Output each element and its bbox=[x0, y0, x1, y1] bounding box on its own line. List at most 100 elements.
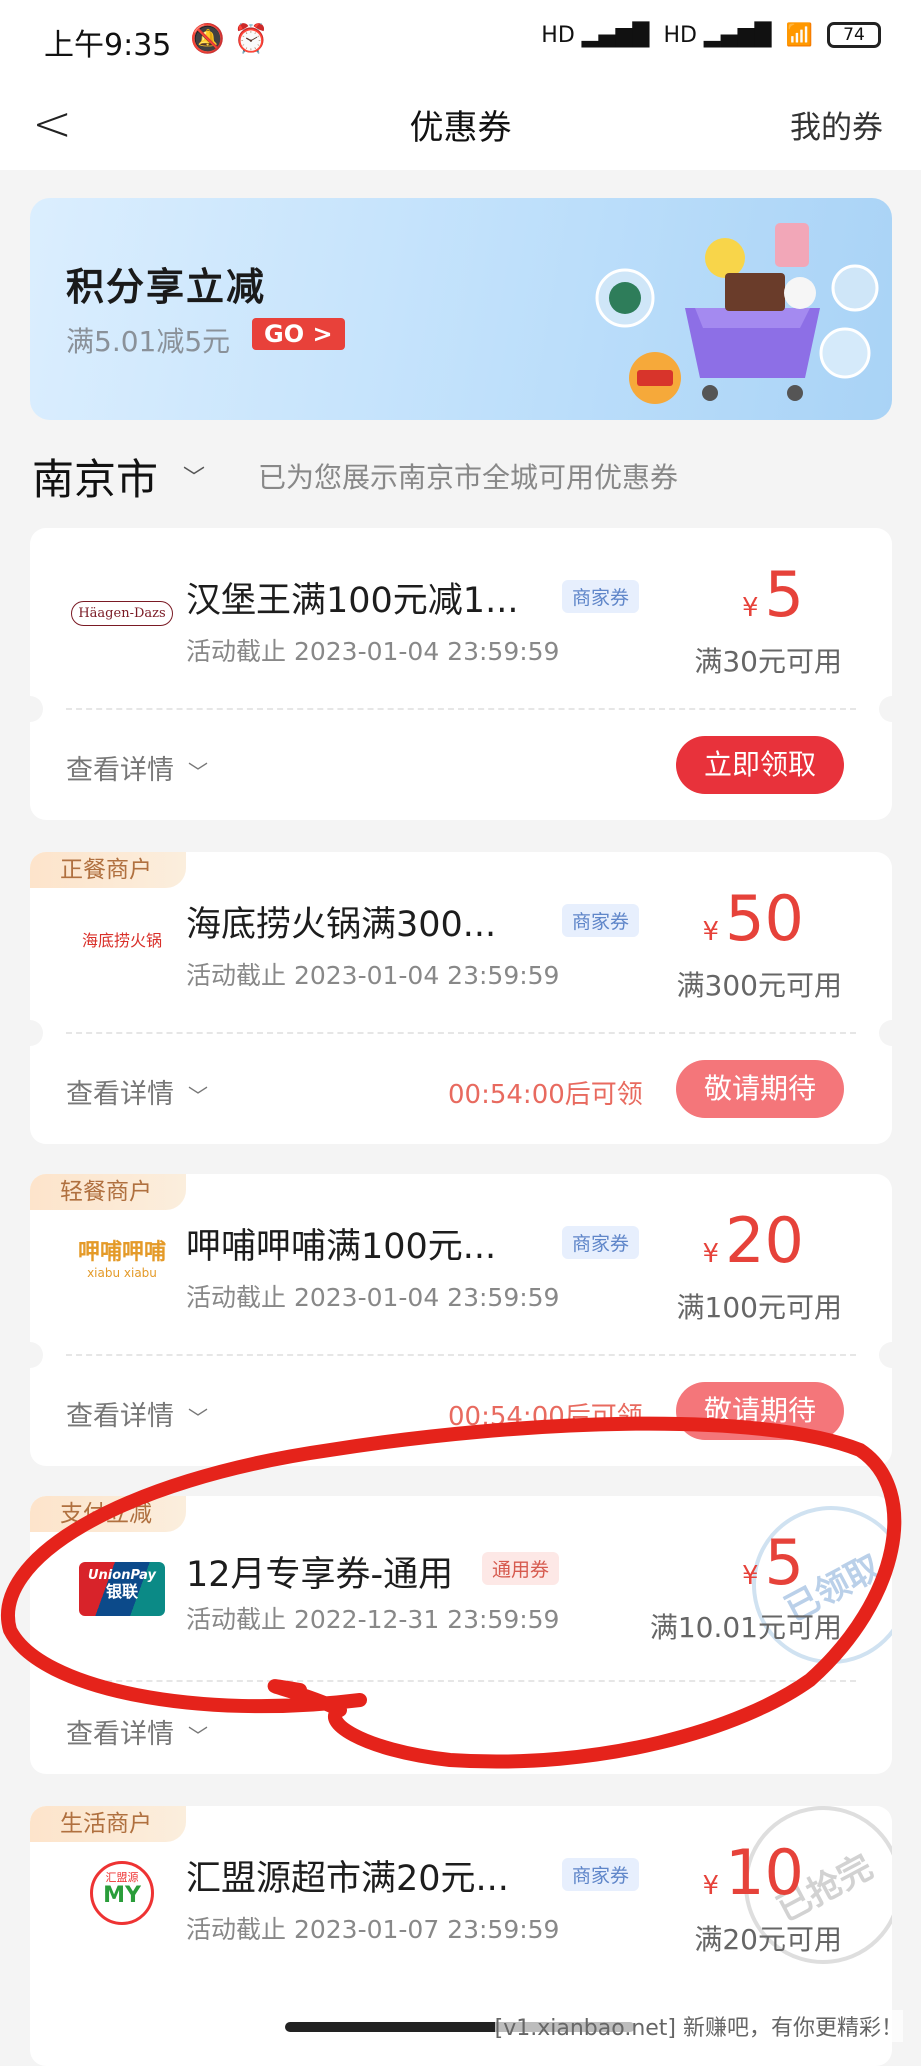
my-coupons-link[interactable]: 我的券 bbox=[790, 102, 883, 147]
view-details-link[interactable]: 查看详情 ﹀ bbox=[66, 1394, 208, 1433]
divider bbox=[66, 708, 856, 710]
nav-bar: < 优惠券 我的券 bbox=[0, 80, 921, 170]
coupon-type-badge: 通用券 bbox=[482, 1552, 560, 1585]
currency-symbol: ¥ bbox=[742, 1561, 759, 1591]
haidilao-logo: 海底捞火锅 bbox=[66, 904, 178, 974]
status-right: HD ▂▄▆█ HD ▂▄▆█ 📶 74 bbox=[541, 22, 881, 48]
coupon-condition: 满100元可用 bbox=[676, 1291, 842, 1324]
status-bar: 上午9:35 🔕 ⏰ HD ▂▄▆█ HD ▂▄▆█ 📶 74 bbox=[0, 0, 921, 80]
city-selector[interactable]: 南京市 bbox=[32, 446, 158, 507]
chevron-down-icon: ﹀ bbox=[188, 1406, 208, 1430]
coupon-deadline: 活动截止 2023-01-04 23:59:59 bbox=[186, 961, 560, 990]
haagen-dazs-logo: Häagen-Dazs bbox=[66, 578, 178, 648]
currency-symbol: ¥ bbox=[742, 593, 759, 623]
coming-soon-button[interactable]: 敬请期待 bbox=[676, 1382, 844, 1440]
divider bbox=[66, 1354, 856, 1356]
mute-alarm-icons: 🔕 ⏰ bbox=[190, 22, 269, 55]
xiabu-logo-text: 呷哺呷哺 bbox=[77, 1240, 166, 1265]
banner-subtitle: 满5.01减5元 bbox=[66, 325, 231, 358]
category-tag: 支付立减 bbox=[30, 1496, 186, 1532]
coupon-amount: ¥50 bbox=[703, 882, 804, 955]
shopping-cart-illustration bbox=[595, 223, 879, 404]
coupon-condition: 满30元可用 bbox=[694, 645, 842, 678]
ticket-notch bbox=[17, 1342, 43, 1368]
category-tag: 轻餐商户 bbox=[30, 1174, 186, 1210]
coupon-title: 海底捞火锅满300... bbox=[186, 905, 497, 945]
chevron-down-icon[interactable]: ﹀ bbox=[183, 460, 205, 492]
coupon-deadline: 活动截止 2022-12-31 23:59:59 bbox=[186, 1605, 560, 1634]
chevron-down-icon: ﹀ bbox=[188, 1724, 208, 1748]
city-note: 已为您展示南京市全城可用优惠券 bbox=[258, 461, 679, 494]
wifi-icon: 📶 bbox=[785, 22, 813, 48]
coupon-amount: ¥20 bbox=[703, 1204, 804, 1277]
countdown-text: 00:54:00后可领 bbox=[448, 1080, 643, 1110]
coupon-condition: 满300元可用 bbox=[676, 969, 842, 1002]
coupon-amount: ¥5 bbox=[742, 558, 804, 631]
status-time: 上午9:35 bbox=[44, 28, 172, 63]
unionpay-logo: UnionPay 银联 bbox=[66, 1554, 178, 1624]
watermark: [v1.xianbao.net] 新赚吧，有你更精彩！ bbox=[494, 2010, 903, 2042]
category-tag: 正餐商户 bbox=[30, 852, 186, 888]
unionpay-logo-cn: 银联 bbox=[105, 1582, 138, 1602]
haagen-logo-text: Häagen-Dazs bbox=[71, 600, 173, 626]
amount-value: 5 bbox=[764, 558, 804, 631]
battery-icon: 74 bbox=[827, 22, 881, 48]
hmy-logo: 汇盟源 MY bbox=[66, 1858, 178, 1928]
amount-value: 50 bbox=[725, 882, 804, 955]
currency-symbol: ¥ bbox=[702, 1239, 720, 1269]
ticket-notch bbox=[17, 1020, 43, 1046]
coupon-condition: 满20元可用 bbox=[694, 1923, 842, 1956]
coupon-card-4[interactable]: 支付立减 UnionPay 银联 12月专享券-通用 通用券 活动截止 2022… bbox=[30, 1496, 892, 1774]
ticket-notch bbox=[879, 1342, 905, 1368]
coupon-amount: ¥5 bbox=[742, 1526, 804, 1599]
haidilao-logo-text: 海底捞火锅 bbox=[81, 931, 162, 950]
coupon-condition: 满10.01元可用 bbox=[649, 1611, 842, 1644]
banner-go-button[interactable]: GO > bbox=[252, 318, 345, 350]
divider bbox=[66, 1032, 856, 1034]
xiabu-logo-en: xiabu xiabu bbox=[87, 1266, 157, 1280]
currency-symbol: ¥ bbox=[702, 917, 720, 947]
coupon-card-3[interactable]: 轻餐商户 呷哺呷哺 xiabu xiabu 呷哺呷哺满100元... 商家券 活… bbox=[17, 1174, 905, 1466]
coupon-type-badge: 商家券 bbox=[562, 1226, 640, 1259]
promo-banner[interactable]: 积分享立减 满5.01减5元 GO > bbox=[30, 198, 892, 420]
unionpay-logo-text: UnionPay bbox=[88, 1568, 156, 1583]
page-title: 优惠券 bbox=[409, 108, 512, 148]
coupon-card-1[interactable]: Häagen-Dazs 汉堡王满100元减1... 商家券 活动截止 2023-… bbox=[17, 528, 905, 820]
coupon-deadline: 活动截止 2023-01-04 23:59:59 bbox=[186, 637, 560, 666]
ticket-notch bbox=[879, 696, 905, 722]
signal-icon: HD ▂▄▆█ bbox=[541, 22, 650, 48]
details-label: 查看详情 bbox=[66, 1079, 174, 1110]
coupon-type-badge: 商家券 bbox=[562, 904, 640, 937]
coupon-title: 汉堡王满100元减1... bbox=[186, 581, 519, 621]
coupon-title: 12月专享券-通用 bbox=[186, 1555, 454, 1595]
amount-value: 5 bbox=[764, 1526, 804, 1599]
coupon-amount: ¥10 bbox=[703, 1836, 804, 1909]
details-label: 查看详情 bbox=[66, 1719, 174, 1750]
view-details-link[interactable]: 查看详情 ﹀ bbox=[66, 748, 208, 787]
view-details-link[interactable]: 查看详情 ﹀ bbox=[66, 1072, 208, 1111]
details-label: 查看详情 bbox=[66, 1401, 174, 1432]
coupon-title: 呷哺呷哺满100元... bbox=[186, 1227, 497, 1267]
claim-button[interactable]: 立即领取 bbox=[676, 736, 844, 794]
details-label: 查看详情 bbox=[66, 755, 174, 786]
xiabu-logo: 呷哺呷哺 xiabu xiabu bbox=[66, 1222, 178, 1292]
ticket-notch bbox=[879, 1020, 905, 1046]
banner-title: 积分享立减 bbox=[66, 265, 267, 309]
chevron-down-icon: ﹀ bbox=[188, 1084, 208, 1108]
category-tag: 生活商户 bbox=[30, 1806, 186, 1842]
ticket-notch bbox=[17, 696, 43, 722]
chevron-down-icon: ﹀ bbox=[188, 760, 208, 784]
coupon-type-badge: 商家券 bbox=[562, 580, 640, 613]
coupon-deadline: 活动截止 2023-01-04 23:59:59 bbox=[186, 1283, 560, 1312]
amount-value: 10 bbox=[725, 1836, 804, 1909]
coupon-card-2[interactable]: 正餐商户 海底捞火锅 海底捞火锅满300... 商家券 活动截止 2023-01… bbox=[17, 852, 905, 1144]
currency-symbol: ¥ bbox=[702, 1871, 720, 1901]
coupon-type-badge: 商家券 bbox=[562, 1858, 640, 1891]
hmy-logo-en: MY bbox=[103, 1883, 141, 1909]
coming-soon-button[interactable]: 敬请期待 bbox=[676, 1060, 844, 1118]
view-details-link[interactable]: 查看详情 ﹀ bbox=[66, 1712, 208, 1751]
signal-icon-2: HD ▂▄▆█ bbox=[663, 22, 772, 48]
amount-value: 20 bbox=[725, 1204, 804, 1277]
countdown-text: 00:54:00后可领 bbox=[448, 1402, 643, 1432]
coupon-title: 汇盟源超市满20元... bbox=[186, 1859, 509, 1899]
